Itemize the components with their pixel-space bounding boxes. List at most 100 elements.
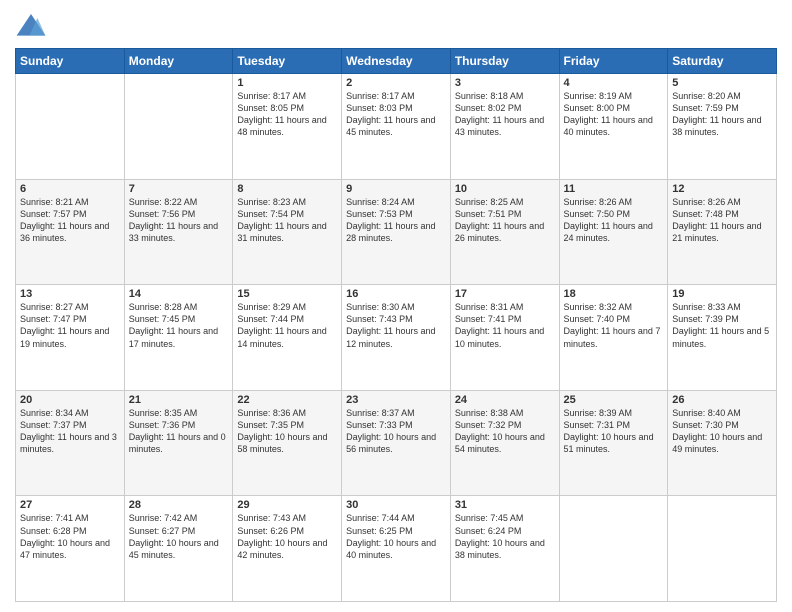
day-number: 26 xyxy=(672,394,772,406)
calendar-cell: 20Sunrise: 8:34 AM Sunset: 7:37 PM Dayli… xyxy=(16,390,125,496)
calendar-cell: 8Sunrise: 8:23 AM Sunset: 7:54 PM Daylig… xyxy=(233,179,342,285)
day-number: 16 xyxy=(346,288,446,300)
day-info: Sunrise: 7:44 AM Sunset: 6:25 PM Dayligh… xyxy=(346,512,446,561)
calendar-cell: 6Sunrise: 8:21 AM Sunset: 7:57 PM Daylig… xyxy=(16,179,125,285)
calendar-cell: 10Sunrise: 8:25 AM Sunset: 7:51 PM Dayli… xyxy=(450,179,559,285)
col-header-tuesday: Tuesday xyxy=(233,49,342,74)
day-info: Sunrise: 8:30 AM Sunset: 7:43 PM Dayligh… xyxy=(346,301,446,350)
day-number: 20 xyxy=(20,394,120,406)
calendar-row-4: 27Sunrise: 7:41 AM Sunset: 6:28 PM Dayli… xyxy=(16,496,777,602)
day-number: 2 xyxy=(346,77,446,89)
calendar-cell xyxy=(124,74,233,180)
day-info: Sunrise: 8:26 AM Sunset: 7:48 PM Dayligh… xyxy=(672,196,772,245)
day-info: Sunrise: 8:17 AM Sunset: 8:05 PM Dayligh… xyxy=(237,90,337,139)
calendar-cell: 5Sunrise: 8:20 AM Sunset: 7:59 PM Daylig… xyxy=(668,74,777,180)
day-info: Sunrise: 8:27 AM Sunset: 7:47 PM Dayligh… xyxy=(20,301,120,350)
col-header-friday: Friday xyxy=(559,49,668,74)
calendar-row-3: 20Sunrise: 8:34 AM Sunset: 7:37 PM Dayli… xyxy=(16,390,777,496)
calendar-cell: 25Sunrise: 8:39 AM Sunset: 7:31 PM Dayli… xyxy=(559,390,668,496)
day-number: 22 xyxy=(237,394,337,406)
calendar-cell: 26Sunrise: 8:40 AM Sunset: 7:30 PM Dayli… xyxy=(668,390,777,496)
day-number: 9 xyxy=(346,183,446,195)
calendar-row-1: 6Sunrise: 8:21 AM Sunset: 7:57 PM Daylig… xyxy=(16,179,777,285)
day-info: Sunrise: 8:21 AM Sunset: 7:57 PM Dayligh… xyxy=(20,196,120,245)
calendar-cell: 28Sunrise: 7:42 AM Sunset: 6:27 PM Dayli… xyxy=(124,496,233,602)
calendar-cell: 18Sunrise: 8:32 AM Sunset: 7:40 PM Dayli… xyxy=(559,285,668,391)
calendar-cell: 7Sunrise: 8:22 AM Sunset: 7:56 PM Daylig… xyxy=(124,179,233,285)
calendar-cell: 19Sunrise: 8:33 AM Sunset: 7:39 PM Dayli… xyxy=(668,285,777,391)
calendar-cell: 27Sunrise: 7:41 AM Sunset: 6:28 PM Dayli… xyxy=(16,496,125,602)
day-number: 14 xyxy=(129,288,229,300)
calendar-cell: 15Sunrise: 8:29 AM Sunset: 7:44 PM Dayli… xyxy=(233,285,342,391)
calendar-cell xyxy=(16,74,125,180)
day-number: 6 xyxy=(20,183,120,195)
day-info: Sunrise: 8:33 AM Sunset: 7:39 PM Dayligh… xyxy=(672,301,772,350)
day-info: Sunrise: 8:36 AM Sunset: 7:35 PM Dayligh… xyxy=(237,407,337,456)
day-number: 28 xyxy=(129,499,229,511)
calendar-cell: 29Sunrise: 7:43 AM Sunset: 6:26 PM Dayli… xyxy=(233,496,342,602)
day-info: Sunrise: 8:23 AM Sunset: 7:54 PM Dayligh… xyxy=(237,196,337,245)
day-info: Sunrise: 8:26 AM Sunset: 7:50 PM Dayligh… xyxy=(564,196,664,245)
day-number: 3 xyxy=(455,77,555,89)
logo xyxy=(15,10,51,42)
calendar-cell: 11Sunrise: 8:26 AM Sunset: 7:50 PM Dayli… xyxy=(559,179,668,285)
day-number: 5 xyxy=(672,77,772,89)
header-row: SundayMondayTuesdayWednesdayThursdayFrid… xyxy=(16,49,777,74)
col-header-wednesday: Wednesday xyxy=(342,49,451,74)
day-info: Sunrise: 8:24 AM Sunset: 7:53 PM Dayligh… xyxy=(346,196,446,245)
calendar-cell: 13Sunrise: 8:27 AM Sunset: 7:47 PM Dayli… xyxy=(16,285,125,391)
day-number: 31 xyxy=(455,499,555,511)
day-number: 7 xyxy=(129,183,229,195)
day-info: Sunrise: 8:28 AM Sunset: 7:45 PM Dayligh… xyxy=(129,301,229,350)
calendar-cell xyxy=(559,496,668,602)
day-number: 12 xyxy=(672,183,772,195)
day-info: Sunrise: 8:34 AM Sunset: 7:37 PM Dayligh… xyxy=(20,407,120,456)
day-info: Sunrise: 8:22 AM Sunset: 7:56 PM Dayligh… xyxy=(129,196,229,245)
day-info: Sunrise: 8:40 AM Sunset: 7:30 PM Dayligh… xyxy=(672,407,772,456)
header xyxy=(15,10,777,42)
col-header-thursday: Thursday xyxy=(450,49,559,74)
day-number: 10 xyxy=(455,183,555,195)
calendar-row-0: 1Sunrise: 8:17 AM Sunset: 8:05 PM Daylig… xyxy=(16,74,777,180)
day-number: 4 xyxy=(564,77,664,89)
calendar-table: SundayMondayTuesdayWednesdayThursdayFrid… xyxy=(15,48,777,602)
calendar-cell: 24Sunrise: 8:38 AM Sunset: 7:32 PM Dayli… xyxy=(450,390,559,496)
day-info: Sunrise: 8:35 AM Sunset: 7:36 PM Dayligh… xyxy=(129,407,229,456)
day-info: Sunrise: 8:32 AM Sunset: 7:40 PM Dayligh… xyxy=(564,301,664,350)
calendar-cell: 21Sunrise: 8:35 AM Sunset: 7:36 PM Dayli… xyxy=(124,390,233,496)
calendar-cell: 4Sunrise: 8:19 AM Sunset: 8:00 PM Daylig… xyxy=(559,74,668,180)
calendar-cell: 31Sunrise: 7:45 AM Sunset: 6:24 PM Dayli… xyxy=(450,496,559,602)
calendar-cell: 22Sunrise: 8:36 AM Sunset: 7:35 PM Dayli… xyxy=(233,390,342,496)
day-info: Sunrise: 8:38 AM Sunset: 7:32 PM Dayligh… xyxy=(455,407,555,456)
calendar-cell: 16Sunrise: 8:30 AM Sunset: 7:43 PM Dayli… xyxy=(342,285,451,391)
day-number: 24 xyxy=(455,394,555,406)
day-info: Sunrise: 8:25 AM Sunset: 7:51 PM Dayligh… xyxy=(455,196,555,245)
day-info: Sunrise: 7:42 AM Sunset: 6:27 PM Dayligh… xyxy=(129,512,229,561)
day-number: 15 xyxy=(237,288,337,300)
calendar-cell: 3Sunrise: 8:18 AM Sunset: 8:02 PM Daylig… xyxy=(450,74,559,180)
calendar-cell: 2Sunrise: 8:17 AM Sunset: 8:03 PM Daylig… xyxy=(342,74,451,180)
calendar-cell: 17Sunrise: 8:31 AM Sunset: 7:41 PM Dayli… xyxy=(450,285,559,391)
day-info: Sunrise: 7:41 AM Sunset: 6:28 PM Dayligh… xyxy=(20,512,120,561)
day-info: Sunrise: 8:29 AM Sunset: 7:44 PM Dayligh… xyxy=(237,301,337,350)
day-info: Sunrise: 8:39 AM Sunset: 7:31 PM Dayligh… xyxy=(564,407,664,456)
day-number: 27 xyxy=(20,499,120,511)
day-info: Sunrise: 8:17 AM Sunset: 8:03 PM Dayligh… xyxy=(346,90,446,139)
calendar-cell xyxy=(668,496,777,602)
day-info: Sunrise: 7:45 AM Sunset: 6:24 PM Dayligh… xyxy=(455,512,555,561)
day-number: 18 xyxy=(564,288,664,300)
day-number: 25 xyxy=(564,394,664,406)
day-number: 19 xyxy=(672,288,772,300)
logo-icon xyxy=(15,10,47,42)
calendar-cell: 12Sunrise: 8:26 AM Sunset: 7:48 PM Dayli… xyxy=(668,179,777,285)
day-number: 11 xyxy=(564,183,664,195)
day-number: 29 xyxy=(237,499,337,511)
col-header-saturday: Saturday xyxy=(668,49,777,74)
calendar-cell: 1Sunrise: 8:17 AM Sunset: 8:05 PM Daylig… xyxy=(233,74,342,180)
day-info: Sunrise: 8:19 AM Sunset: 8:00 PM Dayligh… xyxy=(564,90,664,139)
col-header-monday: Monday xyxy=(124,49,233,74)
day-number: 23 xyxy=(346,394,446,406)
calendar-cell: 14Sunrise: 8:28 AM Sunset: 7:45 PM Dayli… xyxy=(124,285,233,391)
calendar-cell: 23Sunrise: 8:37 AM Sunset: 7:33 PM Dayli… xyxy=(342,390,451,496)
calendar-cell: 30Sunrise: 7:44 AM Sunset: 6:25 PM Dayli… xyxy=(342,496,451,602)
